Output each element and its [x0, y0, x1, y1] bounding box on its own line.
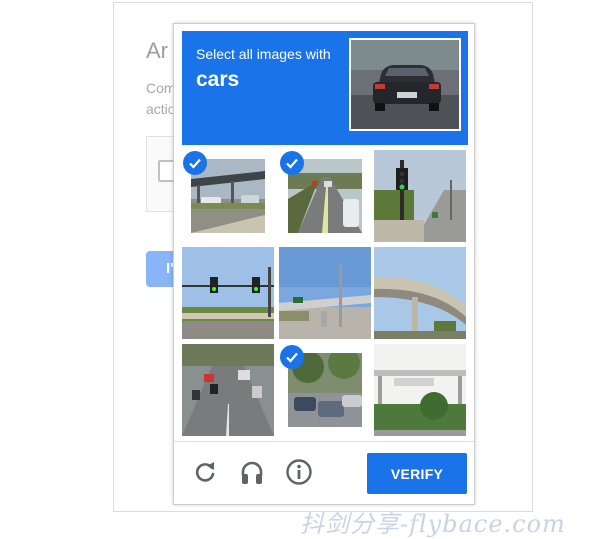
image-tile[interactable] [374, 247, 466, 339]
headphones-icon[interactable] [238, 458, 266, 486]
tile-selected-check-icon [280, 151, 304, 175]
captcha-dialog: Select all images with cars VERIFY [173, 23, 475, 505]
image-tile[interactable] [279, 247, 371, 339]
info-icon[interactable] [285, 458, 313, 486]
footer-divider [174, 441, 474, 442]
background-title: Ar [146, 38, 168, 63]
background-text: Com actio [146, 78, 176, 120]
tile-image [279, 247, 371, 339]
image-tile[interactable] [374, 150, 466, 242]
sample-car-image [349, 38, 461, 131]
image-tile[interactable] [279, 344, 371, 436]
tile-selected-check-icon [183, 151, 207, 175]
image-tile[interactable] [182, 344, 274, 436]
background-text-line1: Com [146, 80, 176, 96]
challenge-target: cars [196, 68, 240, 91]
image-tile[interactable] [279, 150, 371, 242]
verify-button[interactable]: VERIFY [367, 453, 467, 494]
image-tile[interactable] [182, 150, 274, 242]
tile-image [182, 344, 274, 436]
reload-icon[interactable] [191, 458, 219, 486]
tile-image [182, 247, 274, 339]
image-tile[interactable] [374, 344, 466, 436]
watermark: 抖剑分享-flybace.com [300, 510, 566, 538]
tile-image [374, 344, 466, 436]
tile-selected-check-icon [280, 345, 304, 369]
image-tile[interactable] [182, 247, 274, 339]
background-text-line2: actio [146, 101, 176, 117]
tile-image [374, 150, 466, 242]
image-grid [182, 150, 468, 437]
tile-image [374, 247, 466, 339]
challenge-instruction: Select all images with [196, 46, 331, 62]
challenge-header: Select all images with cars [182, 31, 468, 145]
